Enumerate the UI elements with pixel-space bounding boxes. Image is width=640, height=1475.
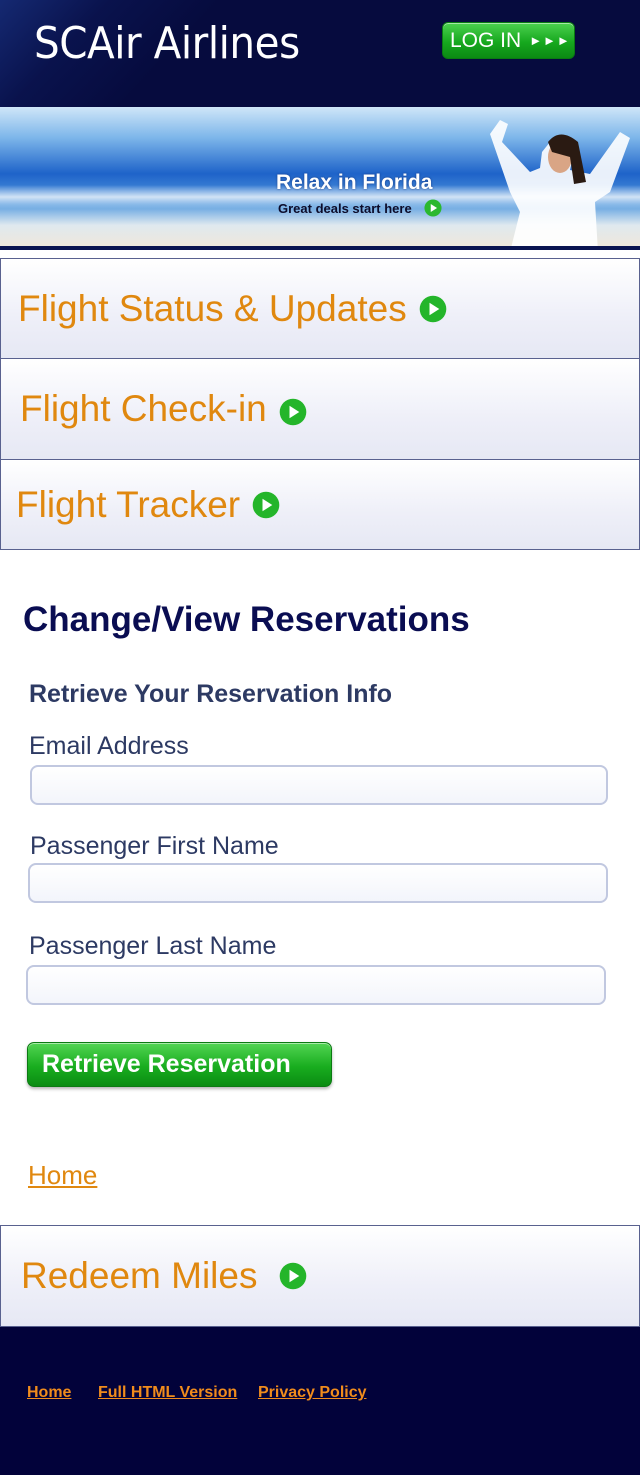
nav-redeem-miles[interactable]: Redeem Miles (0, 1225, 640, 1327)
last-name-label: Passenger Last Name (29, 932, 277, 960)
promo-banner[interactable]: Relax in Florida Great deals start here (0, 107, 640, 250)
last-name-field[interactable] (26, 965, 606, 1005)
play-arrow-icon (424, 199, 442, 217)
woman-relaxing-photo (490, 120, 630, 246)
nav-flight-status-label: Flight Status & Updates (18, 287, 407, 329)
first-name-label: Passenger First Name (30, 832, 279, 860)
play-arrow-icon (279, 398, 307, 426)
home-link[interactable]: Home (28, 1160, 97, 1191)
email-field[interactable] (30, 765, 608, 805)
email-label: Email Address (29, 732, 189, 760)
nav-flight-tracker[interactable]: Flight Tracker (0, 459, 640, 550)
nav-flight-status[interactable]: Flight Status & Updates (0, 258, 640, 359)
arrows-icon: ►►► (529, 33, 571, 48)
retrieve-reservation-button[interactable]: Retrieve Reservation (27, 1042, 332, 1087)
play-arrow-icon (419, 295, 447, 322)
footer-full-html-link[interactable]: Full HTML Version (98, 1384, 237, 1402)
nav-flight-tracker-label: Flight Tracker (16, 483, 241, 525)
banner-subtitle[interactable]: Great deals start here (278, 199, 442, 217)
login-label: LOG IN (450, 28, 522, 52)
site-header: SCAir Airlines LOG IN ►►► (0, 0, 640, 107)
login-button[interactable]: LOG IN ►►► (442, 22, 575, 59)
site-footer: Home Full HTML Version Privacy Policy (0, 1327, 640, 1475)
play-arrow-icon (280, 1262, 307, 1290)
banner-subtitle-text: Great deals start here (278, 200, 412, 216)
play-arrow-icon (252, 491, 280, 518)
first-name-field[interactable] (28, 863, 608, 903)
nav-redeem-miles-label: Redeem Miles (21, 1255, 258, 1296)
page-title: Change/View Reservations (23, 600, 470, 639)
form-heading: Retrieve Your Reservation Info (29, 680, 393, 708)
site-logo[interactable]: SCAir Airlines (34, 18, 300, 69)
footer-home-link[interactable]: Home (27, 1384, 71, 1402)
nav-check-in-label: Flight Check-in (20, 388, 267, 429)
banner-title: Relax in Florida (276, 171, 433, 194)
nav-check-in[interactable]: Flight Check-in (0, 358, 640, 460)
footer-privacy-link[interactable]: Privacy Policy (258, 1384, 367, 1402)
